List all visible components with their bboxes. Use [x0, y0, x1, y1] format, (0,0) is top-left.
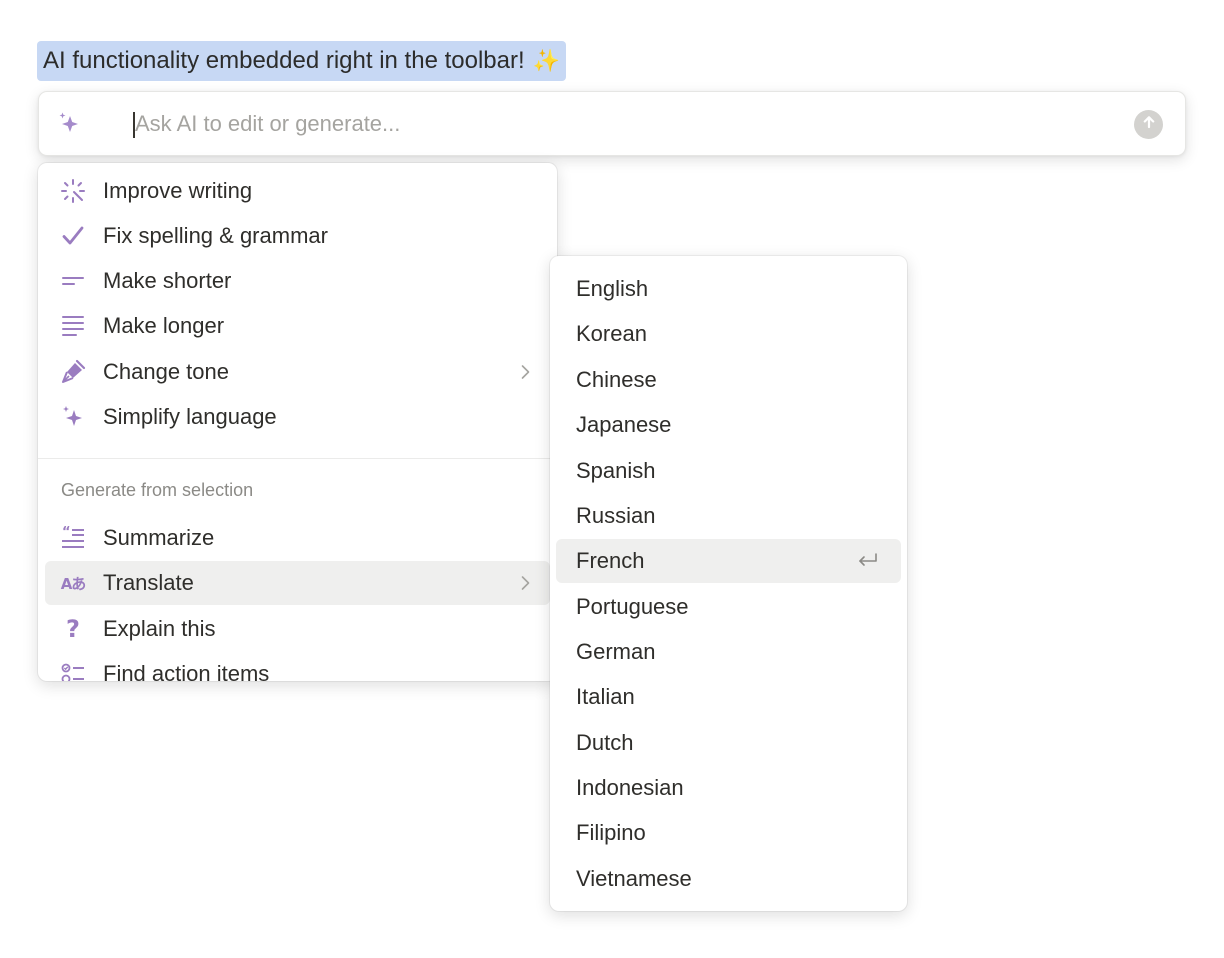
language-option-french[interactable]: French: [556, 539, 901, 583]
ai-actions-menu: Improve writing Fix spelling & grammar M…: [38, 163, 557, 681]
checkmark-icon: [59, 223, 87, 249]
language-label: Italian: [576, 684, 635, 709]
language-label: Portuguese: [576, 594, 689, 619]
menu-item-make-shorter[interactable]: Make shorter: [45, 259, 550, 303]
language-label: French: [576, 548, 645, 573]
section-label-generate: Generate from selection: [61, 480, 254, 500]
sparkles-emoji-icon: ✨: [532, 48, 561, 73]
language-option-italian[interactable]: Italian: [556, 675, 901, 719]
sparkle-icon: [59, 404, 87, 430]
menu-item-label: Improve writing: [103, 178, 253, 203]
pen-nib-icon: [59, 359, 87, 385]
translate-icon-glyph: Aあ: [60, 574, 87, 593]
sparkle-icon: [57, 111, 83, 137]
menu-item-label: Translate: [103, 570, 194, 595]
translate-language-submenu: English Korean Chinese Japanese Spanish …: [550, 256, 907, 911]
submit-button[interactable]: [1134, 110, 1163, 139]
language-label: Japanese: [576, 412, 672, 437]
language-option-german[interactable]: German: [556, 630, 901, 674]
language-option-indonesian[interactable]: Indonesian: [556, 766, 901, 810]
selected-text: AI functionality embedded right in the t…: [37, 41, 567, 81]
arrow-up-icon: [1141, 114, 1157, 135]
language-label: German: [576, 639, 656, 664]
menu-item-explain-this[interactable]: ? Explain this: [45, 607, 550, 651]
translate-icon: Aあ: [59, 570, 87, 596]
menu-item-make-longer[interactable]: Make longer: [45, 304, 550, 348]
menu-item-label: Make shorter: [103, 268, 232, 293]
menu-item-summarize[interactable]: “ Summarize: [45, 516, 550, 560]
language-option-english[interactable]: English: [556, 267, 901, 311]
language-label: Chinese: [576, 367, 657, 392]
language-label: Vietnamese: [576, 866, 692, 891]
menu-item-find-action-items[interactable]: Find action items: [45, 652, 550, 681]
menu-item-label: Explain this: [103, 616, 216, 641]
menu-item-label: Make longer: [103, 313, 225, 338]
ask-ai-bar: [38, 91, 1186, 156]
long-lines-icon: [59, 313, 87, 339]
menu-item-label: Simplify language: [103, 404, 277, 429]
language-option-russian[interactable]: Russian: [556, 494, 901, 538]
quote-lines-icon: “: [59, 525, 87, 551]
menu-divider: [38, 458, 557, 459]
selected-text-label: AI functionality embedded right in the t…: [43, 47, 525, 74]
menu-item-translate[interactable]: Aあ Translate: [45, 561, 550, 605]
language-label: Russian: [576, 503, 656, 528]
checklist-icon: [59, 661, 87, 681]
chevron-right-icon: [516, 363, 534, 381]
enter-return-icon: [855, 551, 879, 571]
menu-item-label: Fix spelling & grammar: [103, 223, 328, 248]
language-option-japanese[interactable]: Japanese: [556, 403, 901, 447]
chevron-right-icon: [516, 574, 534, 592]
question-mark-icon: ?: [59, 615, 87, 643]
svg-text:“: “: [62, 525, 71, 540]
language-label: Dutch: [576, 730, 634, 755]
language-option-portuguese[interactable]: Portuguese: [556, 585, 901, 629]
menu-item-label: Change tone: [103, 359, 229, 384]
language-option-korean[interactable]: Korean: [556, 312, 901, 356]
menu-item-label: Find action items: [103, 661, 270, 681]
language-label: Spanish: [576, 458, 656, 483]
menu-item-change-tone[interactable]: Change tone: [45, 350, 550, 394]
ask-ai-input[interactable]: [135, 106, 1115, 142]
language-label: English: [576, 276, 649, 301]
menu-item-simplify-language[interactable]: Simplify language: [45, 395, 550, 439]
language-option-dutch[interactable]: Dutch: [556, 721, 901, 765]
menu-item-fix-spelling[interactable]: Fix spelling & grammar: [45, 214, 550, 258]
menu-item-improve-writing[interactable]: Improve writing: [45, 169, 550, 213]
magic-wand-icon: [59, 178, 87, 204]
language-option-spanish[interactable]: Spanish: [556, 449, 901, 493]
question-mark-glyph: ?: [66, 615, 80, 643]
short-lines-icon: [59, 268, 87, 294]
language-option-chinese[interactable]: Chinese: [556, 358, 901, 402]
language-option-filipino[interactable]: Filipino: [556, 811, 901, 855]
language-label: Indonesian: [576, 775, 684, 800]
menu-item-label: Summarize: [103, 525, 215, 550]
language-option-vietnamese[interactable]: Vietnamese: [556, 857, 901, 901]
language-label: Filipino: [576, 820, 646, 845]
language-label: Korean: [576, 321, 647, 346]
